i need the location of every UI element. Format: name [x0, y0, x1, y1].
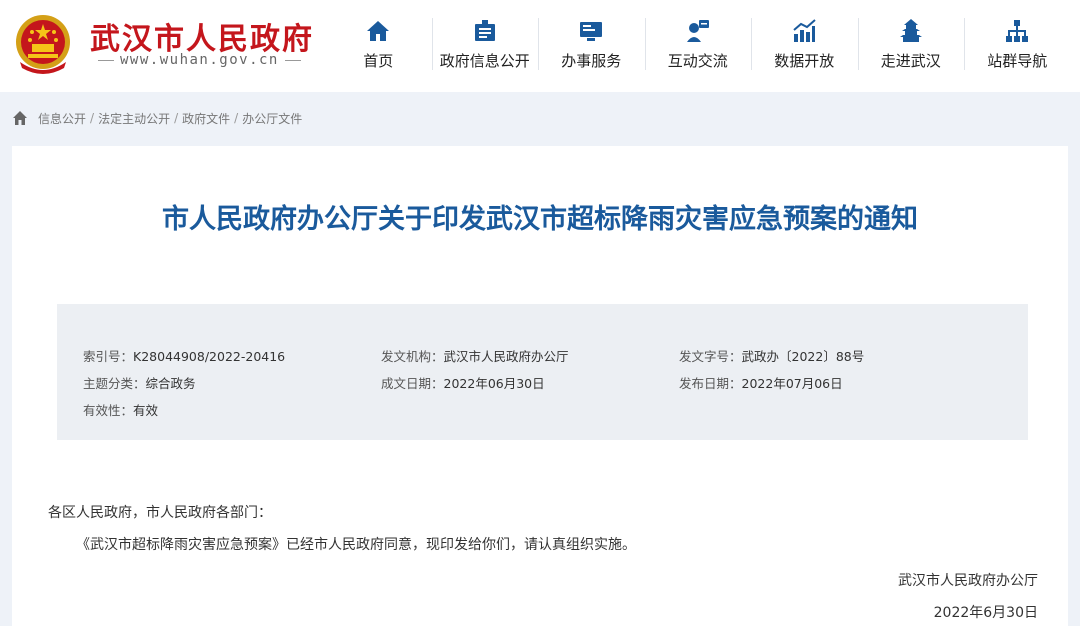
breadcrumb-separator: /: [90, 111, 95, 125]
meta-validity: 有效性：有效: [83, 400, 381, 419]
info-disclosure-icon: [474, 20, 495, 41]
meta-label: 索引号：: [83, 349, 134, 364]
nav-open-data[interactable]: 数据开放: [751, 14, 858, 76]
document-metadata: 索引号：K28044908/2022-20416 发文机构：武汉市人民政府办公厅…: [57, 304, 1028, 440]
home-icon: [367, 21, 390, 41]
meta-published-date: 发布日期：2022年07月06日: [679, 373, 977, 392]
tower-icon: [899, 19, 922, 42]
nav-label: 数据开放: [774, 52, 835, 70]
meta-row: 索引号：K28044908/2022-20416 发文机构：武汉市人民政府办公厅…: [83, 342, 1003, 369]
site-url-text: www.wuhan.gov.cn: [120, 52, 279, 68]
meta-value: 2022年06月30日: [443, 376, 545, 391]
nav-services[interactable]: 办事服务: [538, 14, 645, 76]
meta-value: K28044908/2022-20416: [133, 349, 286, 364]
data-chart-icon: [793, 19, 816, 42]
document-signatory: 武汉市人民政府办公厅: [898, 573, 1038, 589]
meta-created-date: 成文日期：2022年06月30日: [381, 373, 679, 392]
meta-value: 有效: [133, 403, 159, 418]
meta-label: 有效性：: [83, 403, 134, 418]
sitemap-icon: [1006, 20, 1029, 42]
meta-value: 武政办〔2022〕88号: [741, 349, 865, 364]
nav-label: 首页: [363, 52, 394, 70]
nav-label: 站群导航: [987, 52, 1048, 70]
nav-info-disclosure[interactable]: 政府信息公开: [431, 14, 539, 76]
meta-label: 主题分类：: [83, 376, 146, 391]
nav-label: 互动交流: [667, 52, 728, 70]
breadcrumb-info-disclosure[interactable]: 信息公开: [38, 110, 86, 127]
document-salutation: 各区人民政府，市人民政府各部门：: [48, 505, 272, 521]
nav-label: 走进武汉: [880, 52, 941, 70]
meta-issuer: 发文机构：武汉市人民政府办公厅: [381, 346, 679, 365]
breadcrumb-separator: /: [234, 111, 239, 125]
breadcrumb-office-documents[interactable]: 办公厅文件: [242, 110, 302, 127]
meta-label: 成文日期：: [381, 376, 444, 391]
site-header: 武汉市人民政府 www.wuhan.gov.cn 首页 政府信息公开 办事服务 …: [0, 0, 1080, 92]
document-date: 2022年6月30日: [933, 605, 1038, 621]
breadcrumb-home-icon[interactable]: [12, 110, 28, 126]
interaction-icon: [686, 20, 709, 42]
main-nav: 首页 政府信息公开 办事服务 互动交流 数据开放 走进武汉 站群导航: [325, 14, 1071, 76]
nav-explore-wuhan[interactable]: 走进武汉: [857, 14, 965, 76]
breadcrumb-government-documents[interactable]: 政府文件: [182, 110, 230, 127]
meta-row: 有效性：有效: [83, 396, 1003, 423]
nav-home[interactable]: 首页: [325, 14, 432, 76]
meta-row: 主题分类：综合政务 成文日期：2022年06月30日 发布日期：2022年07月…: [83, 369, 1003, 396]
meta-value: 武汉市人民政府办公厅: [443, 349, 569, 364]
breadcrumb: 信息公开 / 法定主动公开 / 政府文件 / 办公厅文件: [12, 108, 302, 128]
document-title: 市人民政府办公厅关于印发武汉市超标降雨灾害应急预案的通知: [162, 204, 918, 235]
site-url: www.wuhan.gov.cn: [92, 52, 307, 68]
breadcrumb-statutory-disclosure[interactable]: 法定主动公开: [98, 110, 170, 127]
nav-label: 办事服务: [561, 52, 622, 70]
nav-sitemap[interactable]: 站群导航: [964, 14, 1071, 76]
meta-topic: 主题分类：综合政务: [83, 373, 381, 392]
national-emblem-icon[interactable]: [12, 12, 74, 76]
document-card: 市人民政府办公厅关于印发武汉市超标降雨灾害应急预案的通知 索引号：K280449…: [12, 146, 1068, 626]
meta-value: 2022年07月06日: [741, 376, 843, 391]
meta-value: 综合政务: [145, 376, 196, 391]
meta-label: 发文字号：: [679, 349, 742, 364]
breadcrumb-separator: /: [174, 111, 179, 125]
nav-interaction[interactable]: 互动交流: [644, 14, 752, 76]
service-icon: [580, 22, 603, 41]
meta-document-number: 发文字号：武政办〔2022〕88号: [679, 346, 977, 365]
nav-label: 政府信息公开: [439, 52, 530, 70]
meta-label: 发文机构：: [381, 349, 444, 364]
meta-label: 发布日期：: [679, 376, 742, 391]
meta-index-number: 索引号：K28044908/2022-20416: [83, 346, 381, 365]
document-paragraph: 《武汉市超标降雨灾害应急预案》已经市人民政府同意，现印发给你们，请认真组织实施。: [76, 537, 636, 553]
